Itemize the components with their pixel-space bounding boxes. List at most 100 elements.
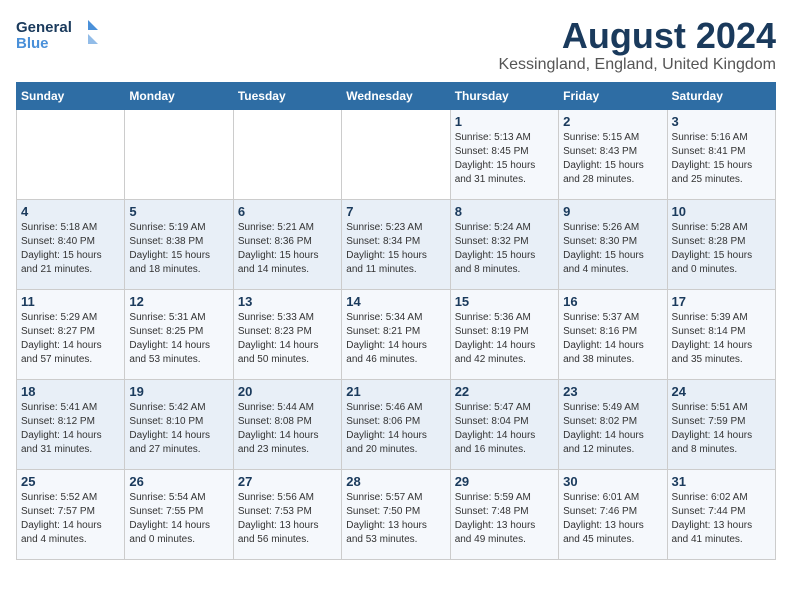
day-number: 7 [346,204,445,219]
calendar-cell [17,109,125,199]
calendar-cell: 17 Sunrise: 5:39 AM Sunset: 8:14 PM Dayli… [667,289,775,379]
day-number: 30 [563,474,662,489]
day-info: Sunrise: 5:39 AM Sunset: 8:14 PM Dayligh… [672,311,771,367]
day-number: 20 [238,384,337,399]
day-number: 23 [563,384,662,399]
day-info: Sunrise: 5:18 AM Sunset: 8:40 PM Dayligh… [21,221,120,277]
day-info: Sunrise: 5:37 AM Sunset: 8:16 PM Dayligh… [563,311,662,367]
day-info: Sunrise: 5:34 AM Sunset: 8:21 PM Dayligh… [346,311,445,367]
day-info: Sunrise: 5:24 AM Sunset: 8:32 PM Dayligh… [455,221,554,277]
calendar-cell: 25Sunrise: 5:52 AM Sunset: 7:57 PM Dayli… [17,469,125,559]
calendar-cell: 8 Sunrise: 5:24 AM Sunset: 8:32 PM Daylig… [450,199,558,289]
calendar-cell: 20 Sunrise: 5:44 AM Sunset: 8:08 PM Dayli… [233,379,341,469]
calendar-cell: 24 Sunrise: 5:51 AM Sunset: 7:59 PM Dayli… [667,379,775,469]
calendar-cell: 1 Sunrise: 5:13 AM Sunset: 8:45 PM Daylig… [450,109,558,199]
calendar-cell [125,109,233,199]
day-number: 18 [21,384,120,399]
day-info: Sunrise: 5:28 AM Sunset: 8:28 PM Dayligh… [672,221,771,277]
svg-text:Blue: Blue [16,35,49,52]
day-info: Sunrise: 5:46 AM Sunset: 8:06 PM Dayligh… [346,401,445,457]
day-number: 16 [563,294,662,309]
calendar-week-row: 4 Sunrise: 5:18 AM Sunset: 8:40 PM Daylig… [17,199,776,289]
calendar-cell: 29 Sunrise: 5:59 AM Sunset: 7:48 PM Dayli… [450,469,558,559]
main-title: August 2024 [498,16,776,56]
calendar-cell: 26 Sunrise: 5:54 AM Sunset: 7:55 PM Dayli… [125,469,233,559]
calendar-header-row: SundayMondayTuesdayWednesdayThursdayFrid… [17,82,776,109]
day-info: Sunrise: 5:54 AM Sunset: 7:55 PM Dayligh… [129,491,228,547]
day-info: Sunrise: 5:36 AM Sunset: 8:19 PM Dayligh… [455,311,554,367]
calendar-cell: 11Sunrise: 5:29 AM Sunset: 8:27 PM Dayli… [17,289,125,379]
day-header-saturday: Saturday [667,82,775,109]
calendar-cell: 28 Sunrise: 5:57 AM Sunset: 7:50 PM Dayli… [342,469,450,559]
day-info: Sunrise: 5:31 AM Sunset: 8:25 PM Dayligh… [129,311,228,367]
day-info: Sunrise: 5:51 AM Sunset: 7:59 PM Dayligh… [672,401,771,457]
day-number: 8 [455,204,554,219]
day-info: Sunrise: 5:16 AM Sunset: 8:41 PM Dayligh… [672,131,771,187]
day-info: Sunrise: 5:33 AM Sunset: 8:23 PM Dayligh… [238,311,337,367]
calendar-cell: 12 Sunrise: 5:31 AM Sunset: 8:25 PM Dayli… [125,289,233,379]
day-number: 4 [21,204,120,219]
day-info: Sunrise: 5:47 AM Sunset: 8:04 PM Dayligh… [455,401,554,457]
calendar-cell: 16 Sunrise: 5:37 AM Sunset: 8:16 PM Dayli… [559,289,667,379]
day-info: Sunrise: 5:13 AM Sunset: 8:45 PM Dayligh… [455,131,554,187]
day-number: 22 [455,384,554,399]
calendar-cell: 30 Sunrise: 6:01 AM Sunset: 7:46 PM Dayli… [559,469,667,559]
day-info: Sunrise: 5:41 AM Sunset: 8:12 PM Dayligh… [21,401,120,457]
calendar-week-row: 1 Sunrise: 5:13 AM Sunset: 8:45 PM Daylig… [17,109,776,199]
calendar-cell: 23 Sunrise: 5:49 AM Sunset: 8:02 PM Dayli… [559,379,667,469]
day-info: Sunrise: 5:57 AM Sunset: 7:50 PM Dayligh… [346,491,445,547]
day-number: 12 [129,294,228,309]
title-block: August 2024 Kessingland, England, United… [498,16,776,74]
calendar-cell: 19 Sunrise: 5:42 AM Sunset: 8:10 PM Dayli… [125,379,233,469]
day-number: 17 [672,294,771,309]
day-number: 24 [672,384,771,399]
calendar-table: SundayMondayTuesdayWednesdayThursdayFrid… [16,82,776,560]
day-info: Sunrise: 6:01 AM Sunset: 7:46 PM Dayligh… [563,491,662,547]
day-info: Sunrise: 6:02 AM Sunset: 7:44 PM Dayligh… [672,491,771,547]
day-info: Sunrise: 5:44 AM Sunset: 8:08 PM Dayligh… [238,401,337,457]
svg-text:General: General [16,19,72,36]
logo-text: General Blue [16,16,106,59]
day-number: 11 [21,294,120,309]
day-number: 6 [238,204,337,219]
day-number: 3 [672,114,771,129]
page-header: General Blue August 2024 Kessingland, En… [16,16,776,74]
calendar-cell: 13Sunrise: 5:33 AM Sunset: 8:23 PM Dayli… [233,289,341,379]
logo-svg: General Blue [16,16,106,54]
day-number: 1 [455,114,554,129]
day-info: Sunrise: 5:15 AM Sunset: 8:43 PM Dayligh… [563,131,662,187]
calendar-cell: 6Sunrise: 5:21 AM Sunset: 8:36 PM Daylig… [233,199,341,289]
day-number: 2 [563,114,662,129]
subtitle: Kessingland, England, United Kingdom [498,56,776,74]
calendar-cell: 3 Sunrise: 5:16 AM Sunset: 8:41 PM Daylig… [667,109,775,199]
day-number: 27 [238,474,337,489]
day-number: 25 [21,474,120,489]
calendar-cell: 2 Sunrise: 5:15 AM Sunset: 8:43 PM Daylig… [559,109,667,199]
calendar-week-row: 11Sunrise: 5:29 AM Sunset: 8:27 PM Dayli… [17,289,776,379]
day-header-wednesday: Wednesday [342,82,450,109]
day-number: 31 [672,474,771,489]
day-number: 29 [455,474,554,489]
day-number: 19 [129,384,228,399]
day-info: Sunrise: 5:26 AM Sunset: 8:30 PM Dayligh… [563,221,662,277]
calendar-cell: 22 Sunrise: 5:47 AM Sunset: 8:04 PM Dayli… [450,379,558,469]
day-header-monday: Monday [125,82,233,109]
calendar-cell: 18 Sunrise: 5:41 AM Sunset: 8:12 PM Dayli… [17,379,125,469]
day-number: 9 [563,204,662,219]
day-info: Sunrise: 5:59 AM Sunset: 7:48 PM Dayligh… [455,491,554,547]
day-number: 26 [129,474,228,489]
day-info: Sunrise: 5:42 AM Sunset: 8:10 PM Dayligh… [129,401,228,457]
day-info: Sunrise: 5:49 AM Sunset: 8:02 PM Dayligh… [563,401,662,457]
day-number: 28 [346,474,445,489]
calendar-week-row: 18 Sunrise: 5:41 AM Sunset: 8:12 PM Dayli… [17,379,776,469]
calendar-week-row: 25Sunrise: 5:52 AM Sunset: 7:57 PM Dayli… [17,469,776,559]
day-header-sunday: Sunday [17,82,125,109]
calendar-cell [233,109,341,199]
day-number: 14 [346,294,445,309]
day-header-friday: Friday [559,82,667,109]
day-info: Sunrise: 5:56 AM Sunset: 7:53 PM Dayligh… [238,491,337,547]
calendar-cell: 10Sunrise: 5:28 AM Sunset: 8:28 PM Dayli… [667,199,775,289]
day-info: Sunrise: 5:23 AM Sunset: 8:34 PM Dayligh… [346,221,445,277]
calendar-cell: 27 Sunrise: 5:56 AM Sunset: 7:53 PM Dayli… [233,469,341,559]
calendar-cell: 4 Sunrise: 5:18 AM Sunset: 8:40 PM Daylig… [17,199,125,289]
